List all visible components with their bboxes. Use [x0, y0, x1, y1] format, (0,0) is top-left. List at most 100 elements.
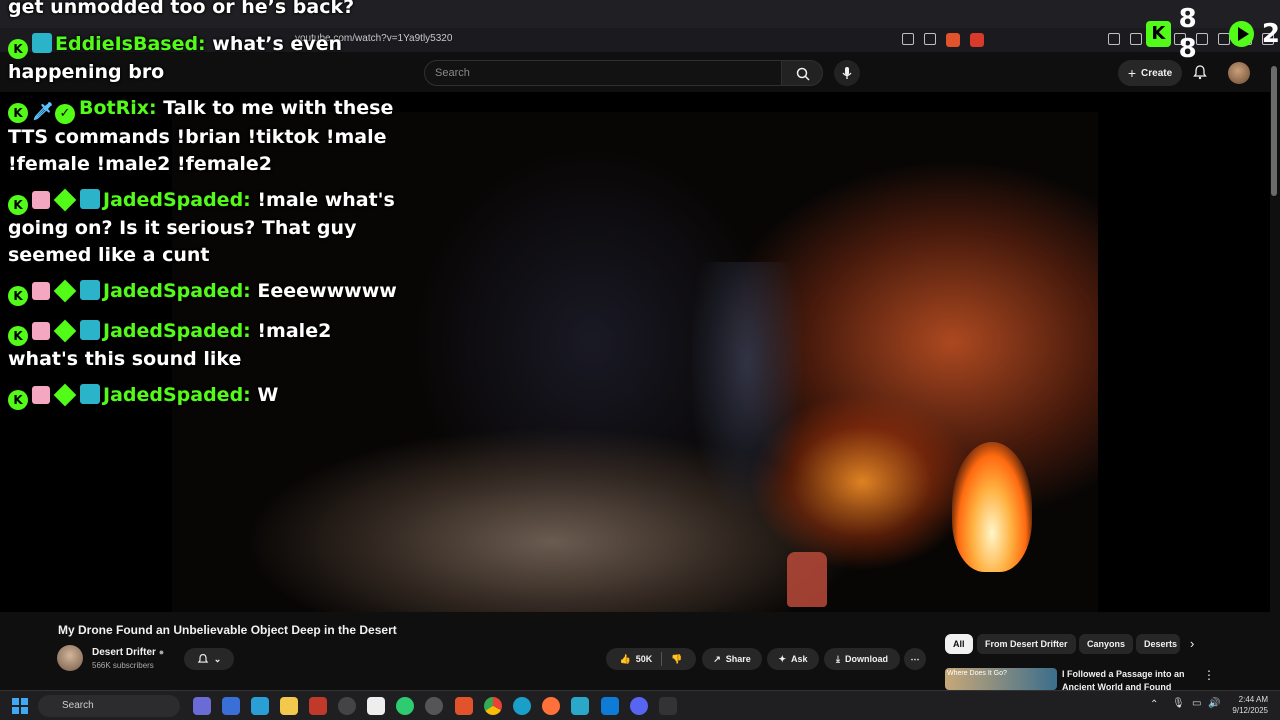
thumb-caption: Where Does It Go?	[947, 670, 1007, 677]
windows-taskbar: Search ⌃ 🎙 ▭ 🔊 2:44 AM 9/12/2025	[0, 690, 1280, 720]
taskbar-app-icon[interactable]	[193, 697, 211, 715]
file-explorer-icon[interactable]	[280, 697, 298, 715]
download-button[interactable]: ⤓ Download	[824, 648, 900, 670]
gift-badge-icon	[32, 191, 50, 209]
subscriber-badge-icon	[80, 189, 100, 209]
taskbar-search-text: Search	[62, 700, 94, 711]
network-icon[interactable]: ▭	[1192, 698, 1201, 709]
gift-badge-icon	[32, 282, 50, 300]
chat-text: Eeeewwwww	[250, 280, 397, 302]
stove-shape	[787, 552, 827, 607]
taskbar-app-icon[interactable]	[338, 697, 356, 715]
taskbar-app-icon[interactable]	[251, 697, 269, 715]
subscriber-count: 566K subscribers	[92, 661, 154, 670]
play-logo-icon	[1229, 21, 1254, 47]
chevron-up-icon[interactable]: ⌃	[1150, 699, 1158, 710]
firefox-icon[interactable]	[542, 697, 560, 715]
subscribe-bell-button[interactable]: ⌄	[184, 648, 234, 670]
clock-date: 9/12/2025	[1232, 706, 1268, 715]
kick-badge-icon: K	[8, 390, 28, 410]
share-icon: ↗	[713, 653, 721, 664]
more-actions-button[interactable]: ⋯	[904, 648, 926, 670]
diamond-badge-icon	[53, 188, 77, 212]
kick-badge-icon: K	[8, 39, 28, 59]
search-placeholder: Search	[435, 67, 470, 79]
create-label: Create	[1141, 67, 1173, 79]
voice-search-button[interactable]	[834, 60, 860, 86]
gift-badge-icon	[32, 322, 50, 340]
recommendation-title[interactable]: I Followed a Passage into an Ancient Wor…	[1062, 668, 1192, 690]
chip-from-desert-drifter[interactable]: From Desert Drifter	[977, 634, 1076, 654]
chip-canyons[interactable]: Canyons	[1079, 634, 1134, 654]
kick-logo-icon: K	[1146, 21, 1171, 47]
diamond-badge-icon	[53, 319, 77, 343]
extensions-icon[interactable]	[1108, 33, 1120, 45]
chat-message: K 🗡 ✓ BotRix: Talk to me with these TTS com…	[8, 95, 403, 178]
page-scrollbar[interactable]	[1271, 66, 1277, 196]
clock[interactable]: 2:44 AM 9/12/2025	[1222, 694, 1268, 716]
taskbar-app-icon[interactable]	[222, 697, 240, 715]
share-button[interactable]: ↗ Share	[702, 648, 762, 670]
plus-icon: +	[1127, 65, 1137, 81]
diamond-badge-icon	[53, 279, 77, 303]
bell-icon	[197, 653, 208, 663]
chevron-right-icon[interactable]: ›	[1190, 636, 1194, 651]
taskbar-app-icon[interactable]	[367, 697, 385, 715]
taskbar-app-icon[interactable]	[425, 697, 443, 715]
mic-tray-icon[interactable]: 🎙	[1172, 698, 1185, 709]
channel-name[interactable]: Desert Drifter ●	[92, 647, 164, 658]
taskbar-search[interactable]: Search	[38, 695, 180, 717]
taskbar-app-icon[interactable]	[309, 697, 327, 715]
kick-badge-icon: K	[8, 195, 28, 215]
like-dislike-button[interactable]: 👍 50K 👎	[606, 648, 696, 670]
chat-username: BotRix:	[79, 97, 157, 119]
taskbar-app-icon[interactable]	[571, 697, 589, 715]
notifications-bell-icon[interactable]	[1192, 64, 1208, 80]
share-label: Share	[725, 654, 751, 664]
channel-name-text: Desert Drifter	[92, 647, 156, 658]
chevron-down-icon: ⌄	[213, 653, 222, 664]
taskbar-app-icon[interactable]	[659, 697, 677, 715]
brave-browser-icon[interactable]	[455, 697, 473, 715]
divider	[661, 652, 663, 666]
more-icon: ⋯	[910, 653, 920, 664]
kick-count: 8 8	[1178, 4, 1197, 64]
subscriber-badge-icon	[80, 384, 100, 404]
search-icon	[796, 67, 810, 81]
search-input[interactable]: Search	[424, 60, 782, 86]
person-figure	[692, 262, 802, 512]
screenshot-icon[interactable]	[1130, 33, 1142, 45]
like-count: 50K	[635, 654, 653, 664]
brave-rewards-icon[interactable]	[970, 33, 984, 47]
recommendation-thumbnail[interactable]: Where Does It Go?	[945, 668, 1057, 690]
subscriber-badge-icon	[32, 33, 52, 53]
chip-all[interactable]: All	[945, 634, 973, 654]
chip-deserts[interactable]: Deserts	[1136, 634, 1180, 654]
ask-button[interactable]: ✦ Ask	[767, 648, 819, 670]
gift-badge-icon	[32, 386, 50, 404]
subscriber-badge-icon	[80, 320, 100, 340]
vscode-icon[interactable]	[601, 697, 619, 715]
clock-time: 2:44 AM	[1238, 695, 1268, 704]
download-icon: ⤓	[836, 653, 840, 664]
install-icon[interactable]	[902, 33, 914, 45]
share-page-icon[interactable]	[924, 33, 936, 45]
volume-icon[interactable]: 🔊	[1208, 698, 1220, 709]
kick-badge-icon: K	[8, 286, 28, 306]
chrome-icon[interactable]	[484, 697, 502, 715]
play-count: 2	[1261, 19, 1280, 49]
chat-message: K JadedSpaded: Eeeewwwww	[8, 278, 403, 306]
chat-message: K EddieIsBased: what’s even happening bro	[8, 31, 403, 86]
kick-badge-icon: K	[8, 326, 28, 346]
video-title: My Drone Found an Unbelievable Object De…	[58, 623, 397, 637]
discord-icon[interactable]	[630, 697, 648, 715]
channel-avatar[interactable]	[57, 645, 83, 671]
taskbar-app-icon[interactable]	[396, 697, 414, 715]
windows-start-icon[interactable]	[12, 698, 28, 714]
account-avatar[interactable]	[1228, 62, 1250, 84]
edge-icon[interactable]	[513, 697, 531, 715]
brave-shields-icon[interactable]	[946, 33, 960, 47]
download-label: Download	[844, 654, 888, 664]
more-vert-icon[interactable]: ⋮	[1203, 668, 1215, 682]
search-button[interactable]	[781, 60, 823, 86]
